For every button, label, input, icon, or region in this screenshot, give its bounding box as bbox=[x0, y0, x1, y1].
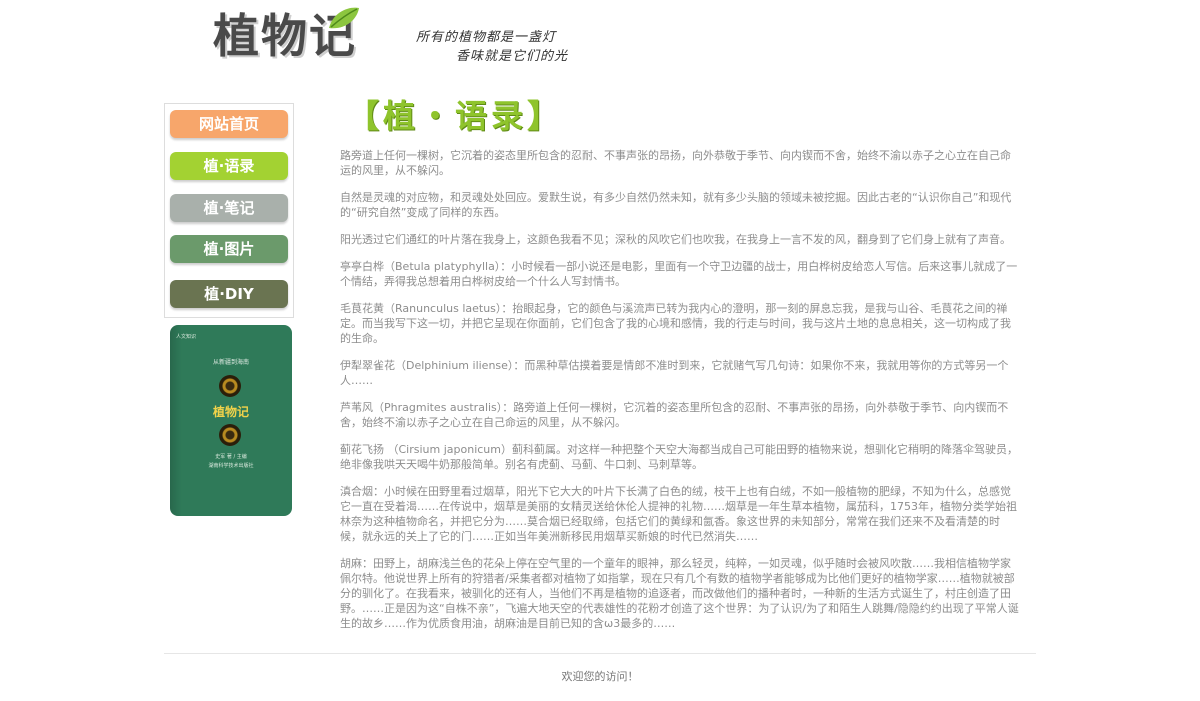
quote-paragraph: 路旁道上任何一棵树，它沉着的姿态里所包含的忍耐、不事声张的昂扬，向外恭敬于季节、… bbox=[340, 149, 1011, 177]
book-author: 史军 著 / 主编 bbox=[215, 454, 247, 460]
nav-item-quotes[interactable]: 植·语录 bbox=[170, 152, 288, 180]
quote-paragraph: 毛茛花黄（Ranunculus laetus）：抬眼起身，它的颜色与溪流声已转为… bbox=[340, 302, 1011, 345]
sunflower-icon bbox=[219, 375, 241, 397]
nav-item-home[interactable]: 网站首页 bbox=[170, 110, 288, 138]
quote-paragraph: 亭亭白桦（Betula platyphylla）：小时候看一部小说还是电影，里面… bbox=[340, 260, 1018, 288]
quote-paragraph: 芦苇风（Phragmites australis）：路旁道上任何一棵树，它沉着的… bbox=[340, 401, 1009, 429]
quote-paragraph: 蓟花飞扬 （Cirsium japonicum）蓟科蓟属。对这样一种把整个天空大… bbox=[340, 443, 1018, 471]
nav-item-notes[interactable]: 植·笔记 bbox=[170, 194, 288, 222]
slogan-line-2: 香味就是它们的光 bbox=[456, 49, 569, 64]
quote-paragraph: 自然是灵魂的对应物，和灵魂处处回应。爱默生说，有多少自然仍然未知，就有多少头脑的… bbox=[340, 191, 1012, 219]
leaf-icon bbox=[329, 7, 359, 29]
quote-paragraph: 伊犁翠雀花（Delphinium iliense）：而黑种草估摸着要是情郎不准时… bbox=[340, 359, 1009, 387]
quote-paragraph: 胡麻：田野上，胡麻浅兰色的花朵上停在空气里的一个童年的眼神，那么轻灵，纯粹，一如… bbox=[340, 557, 1019, 630]
nav-item-pictures[interactable]: 植·图片 bbox=[170, 235, 288, 263]
sidebar-nav: 网站首页 植·语录 植·笔记 植·图片 植·DIY bbox=[164, 103, 294, 318]
footer-divider bbox=[164, 653, 1036, 654]
book-cover[interactable]: 人文知识 从新疆到海南 植物记 史军 著 / 主编 湖南科学技术出版社 bbox=[170, 325, 292, 516]
book-publisher: 湖南科学技术出版社 bbox=[208, 463, 254, 469]
nav-item-diy[interactable]: 植·DIY bbox=[170, 280, 288, 308]
book-corner-label: 人文知识 bbox=[176, 334, 197, 340]
quote-paragraph: 阳光透过它们通红的叶片落在我身上，这颜色我看不见；深秋的风吹它们也吹我，在我身上… bbox=[340, 233, 1011, 246]
slogan-line-1: 所有的植物都是一盏灯 bbox=[416, 30, 557, 45]
site-slogan: 所有的植物都是一盏灯 香味就是它们的光 bbox=[416, 28, 616, 66]
site-logo[interactable]: 植物记 bbox=[205, 4, 395, 70]
book-title: 植物记 bbox=[212, 405, 249, 419]
book-subtitle: 从新疆到海南 bbox=[212, 359, 249, 366]
sunflower-icon bbox=[219, 424, 241, 446]
footer-text: 欢迎您的访问！ bbox=[561, 670, 639, 683]
page-title: 【植・语录】 bbox=[347, 97, 564, 135]
book-spine-shade bbox=[170, 325, 292, 516]
quotes-content: 路旁道上任何一棵树，它沉着的姿态里所包含的忍耐、不事声张的昂扬，向外恭敬于季节、… bbox=[340, 148, 1020, 643]
quote-paragraph: 滇合烟：小时候在田野里看过烟草，阳光下它大大的叶片下长满了白色的绒，枝干上也有白… bbox=[340, 485, 1017, 543]
